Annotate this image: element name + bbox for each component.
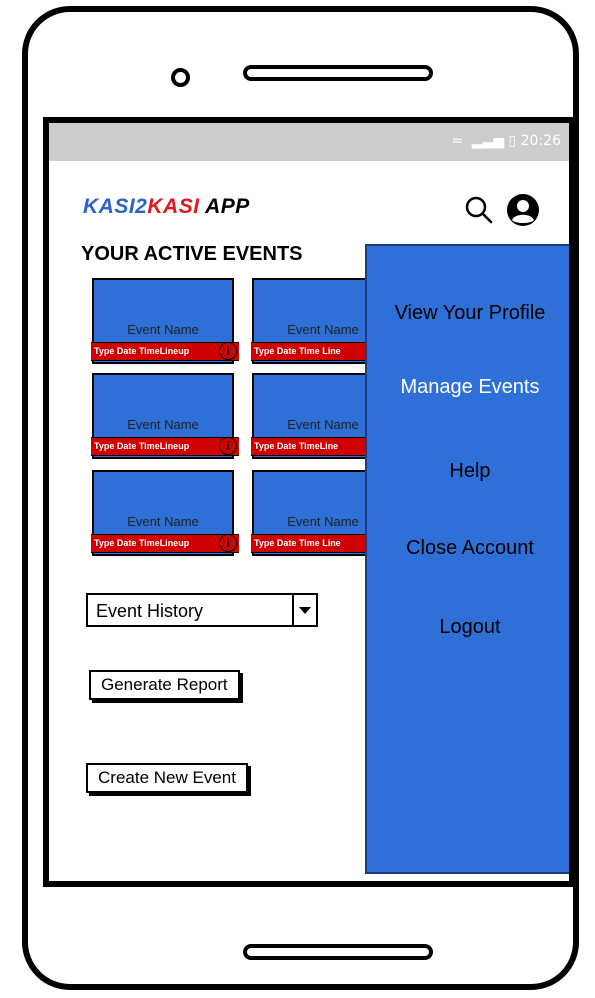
status-indicators: ≈ ▂▃▅ ▯ 20:26 bbox=[452, 133, 561, 149]
event-info: Type Date TimeLineup bbox=[94, 441, 190, 451]
signal-icon: ▂▃▅ bbox=[471, 133, 505, 149]
event-info: Type Date TimeLine bbox=[254, 441, 339, 451]
logo-part-2: KASI bbox=[147, 195, 200, 218]
menu-item-logout[interactable]: Logout bbox=[367, 616, 569, 639]
event-info: Type Date Time Line bbox=[254, 538, 341, 548]
menu-item-help[interactable]: Help bbox=[367, 460, 569, 483]
status-time: 20:26 bbox=[520, 133, 561, 149]
event-card[interactable]: Event Name Type Date TimeLineup i bbox=[91, 373, 239, 459]
menu-item-manage-events[interactable]: Manage Events bbox=[367, 376, 569, 399]
event-info: Type Date Time Line bbox=[254, 346, 341, 356]
app-logo: KASI2KASI APP bbox=[83, 195, 250, 219]
event-name: Event Name bbox=[127, 417, 199, 432]
generate-report-button[interactable]: Generate Report bbox=[89, 670, 240, 700]
info-icon[interactable]: i bbox=[219, 342, 237, 360]
event-history-label: Event History bbox=[96, 601, 204, 621]
event-name: Event Name bbox=[127, 322, 199, 337]
event-name: Event Name bbox=[127, 514, 199, 529]
profile-menu: View Your Profile Manage Events Help Clo… bbox=[365, 244, 569, 874]
active-events-heading: YOUR ACTIVE EVENTS bbox=[81, 243, 303, 265]
event-info: Type Date TimeLineup bbox=[94, 346, 190, 356]
home-button[interactable] bbox=[243, 944, 433, 960]
menu-item-view-profile[interactable]: View Your Profile bbox=[367, 302, 569, 325]
search-icon[interactable] bbox=[464, 195, 494, 225]
wifi-icon: ≈ bbox=[451, 133, 464, 149]
user-icon[interactable] bbox=[506, 193, 540, 227]
phone-screen: ≈ ▂▃▅ ▯ 20:26 KASI2KASI APP YOUR ACTIVE … bbox=[43, 117, 575, 887]
status-bar: ≈ ▂▃▅ ▯ 20:26 bbox=[49, 123, 569, 161]
event-history-select[interactable]: Event History bbox=[86, 593, 318, 627]
menu-item-close-account[interactable]: Close Account bbox=[367, 537, 569, 560]
info-icon[interactable]: i bbox=[219, 437, 237, 455]
event-info-bar: Type Date TimeLineup bbox=[91, 534, 239, 553]
info-icon[interactable]: i bbox=[219, 534, 237, 552]
logo-part-3: APP bbox=[199, 195, 250, 218]
event-info-bar: Type Date TimeLineup bbox=[91, 342, 239, 361]
event-info-bar: Type Date TimeLineup bbox=[91, 437, 239, 456]
camera-icon bbox=[171, 68, 190, 87]
event-card[interactable]: Event Name Type Date TimeLineup i bbox=[91, 278, 239, 364]
logo-part-1: KASI2 bbox=[83, 195, 148, 218]
event-card[interactable]: Event Name Type Date TimeLineup i bbox=[91, 470, 239, 556]
speaker-grille bbox=[243, 65, 433, 81]
event-info: Type Date TimeLineup bbox=[94, 538, 190, 548]
create-new-event-button[interactable]: Create New Event bbox=[86, 763, 248, 793]
chevron-down-icon[interactable] bbox=[292, 595, 316, 625]
battery-icon: ▯ bbox=[508, 133, 517, 149]
